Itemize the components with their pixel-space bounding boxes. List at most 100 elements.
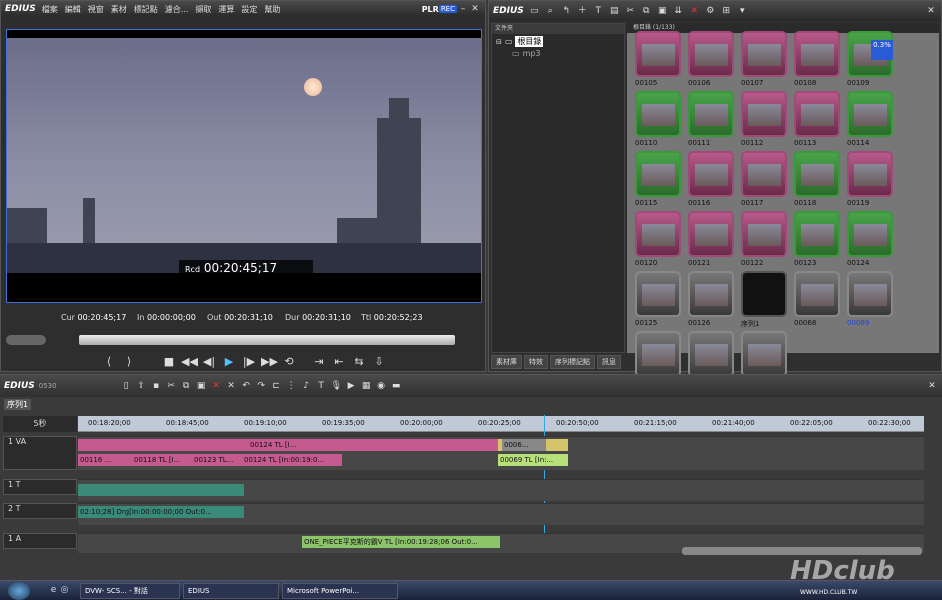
clip-thumbnail[interactable] <box>794 271 840 317</box>
settings-icon[interactable]: ▬ <box>391 381 402 392</box>
step-back-icon[interactable]: ◀| <box>201 354 217 370</box>
menu-file[interactable]: 檔案 <box>42 4 58 15</box>
grid-icon[interactable]: ▦ <box>361 381 372 392</box>
clip-thumbnail[interactable] <box>794 31 840 77</box>
paste-icon[interactable]: ▣ <box>196 381 207 392</box>
mic-icon[interactable]: 🎙 <box>331 381 342 392</box>
clip-thumbnail[interactable] <box>635 271 681 317</box>
copy-icon[interactable]: ⧉ <box>181 381 192 392</box>
clip-thumbnail[interactable] <box>847 151 893 197</box>
ripple-delete-icon[interactable]: ✕ <box>226 381 237 392</box>
clip-thumbnail[interactable] <box>688 271 734 317</box>
clip-00124[interactable]: 00124 TL [In:00:19:0... <box>242 454 342 466</box>
clip-thumbnail[interactable] <box>794 91 840 137</box>
delete-icon[interactable]: ✕ <box>689 6 700 17</box>
tab-markers[interactable]: 序列標記點 <box>550 355 595 369</box>
jog-slider[interactable] <box>6 335 46 345</box>
play-icon[interactable]: ▶ <box>221 354 237 370</box>
folder-mp3[interactable]: ▭ mp3 <box>492 49 624 58</box>
clip-thumbnail[interactable] <box>635 91 681 137</box>
copy-icon[interactable]: ⧉ <box>641 6 652 17</box>
set-in-icon[interactable]: ⟨ <box>101 354 117 370</box>
clip-00118[interactable]: 00118 TL [I... <box>132 454 192 466</box>
properties-icon[interactable]: ⚙ <box>705 6 716 17</box>
title-clip-2[interactable]: 02:10;28] Org[In:00:00:00;00 Out:0... <box>78 506 244 518</box>
open-icon[interactable]: ⇧ <box>136 381 147 392</box>
timeline-scrollbar[interactable] <box>682 547 922 555</box>
clip-thumbnail[interactable] <box>794 211 840 257</box>
menu-marker[interactable]: 標記點 <box>134 4 158 15</box>
clip-thumbnail[interactable] <box>741 31 787 77</box>
audio-clip[interactable]: ONE_PIECE平克斯的霸V TL [In:00:19:28;06 Out:0… <box>302 536 500 548</box>
folder-icon[interactable]: ▭ <box>529 6 540 17</box>
add-clip-icon[interactable]: ＋ <box>577 6 588 17</box>
clip-thumbnail[interactable] <box>741 91 787 137</box>
overwrite-icon[interactable]: ⇤ <box>331 354 347 370</box>
clip-00116[interactable]: 00116 ... <box>78 454 132 466</box>
replace-icon[interactable]: ⇆ <box>351 354 367 370</box>
menu-edit[interactable]: 編輯 <box>65 4 81 15</box>
fast-forward-icon[interactable]: ▶▶ <box>261 354 278 370</box>
video-clip-strip[interactable]: 0006... <box>502 439 546 451</box>
clip-thumbnail[interactable] <box>688 211 734 257</box>
media-icon[interactable]: ◎ <box>59 585 70 596</box>
clip-thumbnail[interactable] <box>688 31 734 77</box>
clip-thumbnail[interactable] <box>635 211 681 257</box>
menu-clip[interactable]: 素材 <box>111 4 127 15</box>
clip-thumbnail[interactable] <box>741 271 787 317</box>
tab-info[interactable]: 訊息 <box>597 355 621 369</box>
tab-effects[interactable]: 特效 <box>524 355 548 369</box>
track-header-2t[interactable]: 2 T <box>3 503 77 519</box>
menu-view[interactable]: 視窗 <box>88 4 104 15</box>
timeline-ruler[interactable]: 00:18:20;00 00:18:45;00 00:19:10;00 00:19:3… <box>78 416 924 432</box>
save-icon[interactable]: ▪ <box>151 381 162 392</box>
track-header-1a[interactable]: 1 A <box>3 533 77 549</box>
clip-00123[interactable]: 00123 TL... <box>192 454 242 466</box>
clip-thumbnail[interactable] <box>847 91 893 137</box>
scrub-bar[interactable] <box>79 335 455 345</box>
set-out-icon[interactable]: ⟩ <box>121 354 137 370</box>
track-header-1va[interactable]: 1 VA <box>3 436 77 470</box>
clip-thumbnail[interactable] <box>688 91 734 137</box>
clip-thumbnail[interactable] <box>794 151 840 197</box>
minimize-icon[interactable]: – <box>457 3 469 15</box>
taskbar-item-powerpoint[interactable]: Microsoft PowerPoi... <box>282 582 398 599</box>
title-clip-1[interactable] <box>78 484 244 496</box>
track-header-1t[interactable]: 1 T <box>3 479 77 495</box>
color-bars-icon[interactable]: ▤ <box>609 6 620 17</box>
menu-help[interactable]: 幫助 <box>264 4 280 15</box>
render-icon[interactable]: ▶ <box>346 381 357 392</box>
menu-capture[interactable]: 擷取 <box>195 4 211 15</box>
clip-thumbnail[interactable] <box>688 151 734 197</box>
up-icon[interactable]: ↰ <box>561 6 572 17</box>
menu-settings[interactable]: 設定 <box>241 4 257 15</box>
redo-icon[interactable]: ↷ <box>256 381 267 392</box>
collapse-icon[interactable]: ⊟ <box>496 38 502 46</box>
add-to-timeline-icon[interactable]: ⇊ <box>673 6 684 17</box>
zoom-select[interactable]: 5秒 <box>3 416 77 432</box>
search-icon[interactable]: ⌕ <box>545 6 556 17</box>
step-forward-icon[interactable]: |▶ <box>241 354 257 370</box>
paste-icon[interactable]: ▣ <box>657 6 668 17</box>
rec-button[interactable]: REC <box>438 5 457 13</box>
start-button[interactable] <box>8 581 30 600</box>
cut-icon[interactable]: ✂ <box>625 6 636 17</box>
clip-thumbnail[interactable] <box>847 211 893 257</box>
clip-thumbnail[interactable] <box>741 151 787 197</box>
clip-thumbnail[interactable] <box>635 331 681 377</box>
video-clip-strip[interactable]: 00124 TL [I... <box>78 439 498 451</box>
cut-icon[interactable]: ✂ <box>166 381 177 392</box>
snap-icon[interactable]: ⊏ <box>271 381 282 392</box>
split-icon[interactable]: ⋮ <box>286 381 297 392</box>
rewind-icon[interactable]: ◀◀ <box>181 354 198 370</box>
stop-icon[interactable]: ■ <box>161 354 177 370</box>
clip-00069[interactable]: 00069 TL [In:... <box>498 454 568 466</box>
taskbar-item-edius[interactable]: EDIUS <box>183 582 279 599</box>
delete-icon[interactable]: ✕ <box>211 381 222 392</box>
loop-icon[interactable]: ⟲ <box>281 354 297 370</box>
export-icon[interactable]: ⇩ <box>371 354 387 370</box>
clip-thumbnail[interactable] <box>688 331 734 377</box>
clip-thumbnail[interactable] <box>741 331 787 377</box>
tab-bin[interactable]: 素材庫 <box>491 355 522 369</box>
new-icon[interactable]: ▯ <box>121 381 132 392</box>
